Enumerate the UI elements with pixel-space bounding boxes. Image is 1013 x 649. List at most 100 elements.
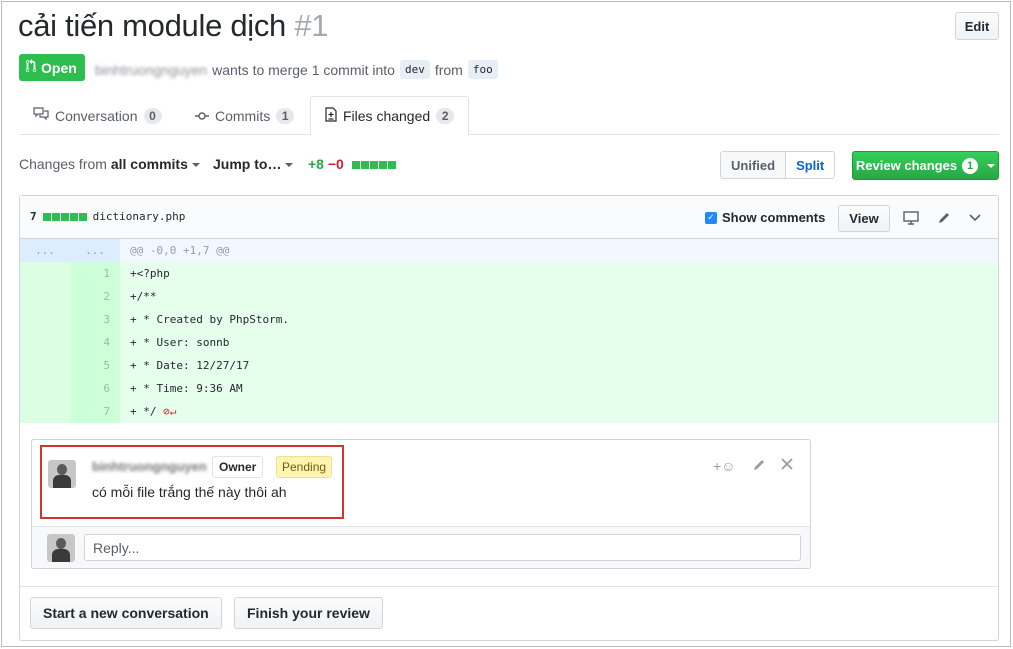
no-newline-icon: ⊘↵ [163, 405, 177, 418]
jump-to-label: Jump to… [213, 156, 282, 172]
desktop-icon[interactable] [902, 209, 920, 227]
split-button[interactable]: Split [786, 152, 835, 178]
reply-input[interactable]: Reply... [84, 534, 801, 561]
hunk-expand-left[interactable]: ... [20, 239, 70, 262]
edit-button[interactable]: Edit [955, 12, 999, 40]
chevron-down-icon [987, 163, 996, 168]
author-link[interactable]: binhtruongnguyen [95, 62, 207, 78]
avatar[interactable] [48, 460, 76, 488]
comment-discussion-icon [33, 107, 49, 124]
line-number[interactable]: 4 [70, 331, 120, 354]
tab-conversation[interactable]: Conversation 0 [19, 96, 176, 135]
chevron-down-icon[interactable] [966, 209, 984, 227]
file-info: 7 dictionary.php [30, 210, 185, 223]
pencil-icon[interactable] [935, 209, 953, 227]
line-number[interactable]: 7 [70, 400, 120, 423]
file-change-count: 7 [30, 210, 37, 223]
deletions-count: −0 [327, 156, 344, 172]
pr-title-text: cải tiến module dịch [18, 8, 286, 43]
jump-to-dropdown[interactable]: Jump to… [213, 156, 294, 172]
line-code: +/** [120, 285, 998, 308]
head-branch[interactable]: foo [467, 60, 498, 79]
pull-request-icon [25, 59, 37, 76]
file-diffstat-bar [42, 212, 87, 221]
line-number[interactable]: 2 [70, 285, 120, 308]
diff-line: 4 + * User: sonnb [20, 331, 998, 354]
file-diff: 7 dictionary.php ✓ Show comments View ..… [19, 195, 999, 641]
line-number[interactable]: 5 [70, 354, 120, 377]
tab-label: Commits [215, 107, 271, 124]
chevron-down-icon [285, 163, 294, 168]
line-code: + * Time: 9:36 AM [120, 377, 998, 400]
file-name[interactable]: dictionary.php [93, 210, 186, 223]
diff-line: 6 + * Time: 9:36 AM [20, 377, 998, 400]
comment-author[interactable]: binhtruongnguyen [92, 459, 207, 474]
base-branch[interactable]: dev [399, 60, 430, 79]
review-count-badge: 1 [962, 157, 979, 174]
avatar [47, 534, 75, 562]
diff-toolbar: Changes from all commits Jump to… +8 −0 … [19, 150, 999, 180]
changes-from-dropdown[interactable]: Changes from all commits [19, 156, 200, 172]
merge-text: wants to merge 1 commit into [212, 61, 395, 78]
unified-button[interactable]: Unified [721, 152, 787, 178]
tab-files-changed[interactable]: Files changed 2 [310, 96, 470, 136]
diff-line: 7 + */ ⊘↵ [20, 400, 998, 423]
show-comments-label: Show comments [722, 210, 826, 225]
changes-from-label: Changes from [19, 156, 107, 172]
add-reaction-icon[interactable]: +☺ [713, 458, 735, 474]
diffstat: +8 −0 [308, 156, 396, 172]
pending-label: Pending [276, 456, 333, 478]
inline-comment-thread: binhtruongnguyen Owner Pending có mỗi fi… [31, 439, 811, 569]
from-text: from [434, 61, 463, 78]
line-code: +<?php [120, 262, 998, 285]
view-file-button[interactable]: View [838, 205, 890, 232]
checkbox-checked-icon[interactable]: ✓ [705, 211, 717, 224]
tab-counter: 2 [436, 108, 455, 124]
review-label: Review changes [855, 158, 958, 173]
line-number[interactable]: 1 [70, 262, 120, 285]
line-code: + * Created by PhpStorm. [120, 308, 998, 331]
start-conversation-button[interactable]: Start a new conversation [30, 597, 222, 629]
diff-line: 3 + * Created by PhpStorm. [20, 308, 998, 331]
line-number[interactable]: 6 [70, 377, 120, 400]
status-badge: Open [19, 54, 85, 81]
diffstat-bar [351, 161, 396, 170]
tab-counter: 0 [143, 107, 162, 124]
diff-line: 2 +/** [20, 285, 998, 308]
diff-line: 1 +<?php [20, 262, 998, 285]
line-code: + * User: sonnb [120, 331, 998, 354]
pr-number: #1 [294, 8, 329, 43]
close-icon[interactable] [781, 458, 793, 470]
git-commit-icon [195, 108, 209, 124]
diff-table: ... ... @@ -0,0 +1,7 @@ 1 +<?php 2 +/** 3 +… [20, 239, 998, 423]
diff-view-toggle: Unified Split [720, 151, 836, 179]
reply-row: Reply... [32, 526, 810, 568]
status-label: Open [41, 59, 77, 76]
tab-counter: 1 [276, 107, 295, 124]
changes-scope: all commits [110, 156, 188, 172]
file-header: 7 dictionary.php ✓ Show comments View [20, 196, 998, 239]
owner-label: Owner [212, 456, 264, 478]
pr-meta: binhtruongnguyen wants to merge 1 commit… [95, 60, 498, 79]
tab-label: Files changed [343, 108, 431, 124]
review-changes-button[interactable]: Review changes 1 [852, 151, 999, 180]
hunk-expand-right[interactable]: ... [70, 239, 120, 262]
finish-review-button[interactable]: Finish your review [234, 597, 383, 629]
file-diff-icon [325, 107, 337, 125]
review-footer: Start a new conversation Finish your rev… [20, 586, 998, 640]
pencil-icon[interactable] [752, 458, 766, 472]
comment-body: có mỗi file trắng thế này thôi ah [92, 484, 287, 500]
diff-line: 5 + * Date: 12/27/17 [20, 354, 998, 377]
hunk-header: @@ -0,0 +1,7 @@ [120, 239, 998, 262]
line-code: + */ [130, 405, 157, 418]
line-code: + * Date: 12/27/17 [120, 354, 998, 377]
tab-commits[interactable]: Commits 1 [181, 96, 308, 135]
pr-title: cải tiến module dịch #1 [18, 8, 329, 44]
hunk-header-row: ... ... @@ -0,0 +1,7 @@ [20, 239, 998, 262]
line-number[interactable]: 3 [70, 308, 120, 331]
additions-count: +8 [308, 156, 324, 172]
chevron-down-icon [191, 163, 200, 168]
tab-label: Conversation [55, 107, 138, 124]
pr-tabs: Conversation 0 Commits 1 Files changed 2 [19, 96, 999, 136]
show-comments-toggle[interactable]: ✓ Show comments [705, 210, 825, 225]
